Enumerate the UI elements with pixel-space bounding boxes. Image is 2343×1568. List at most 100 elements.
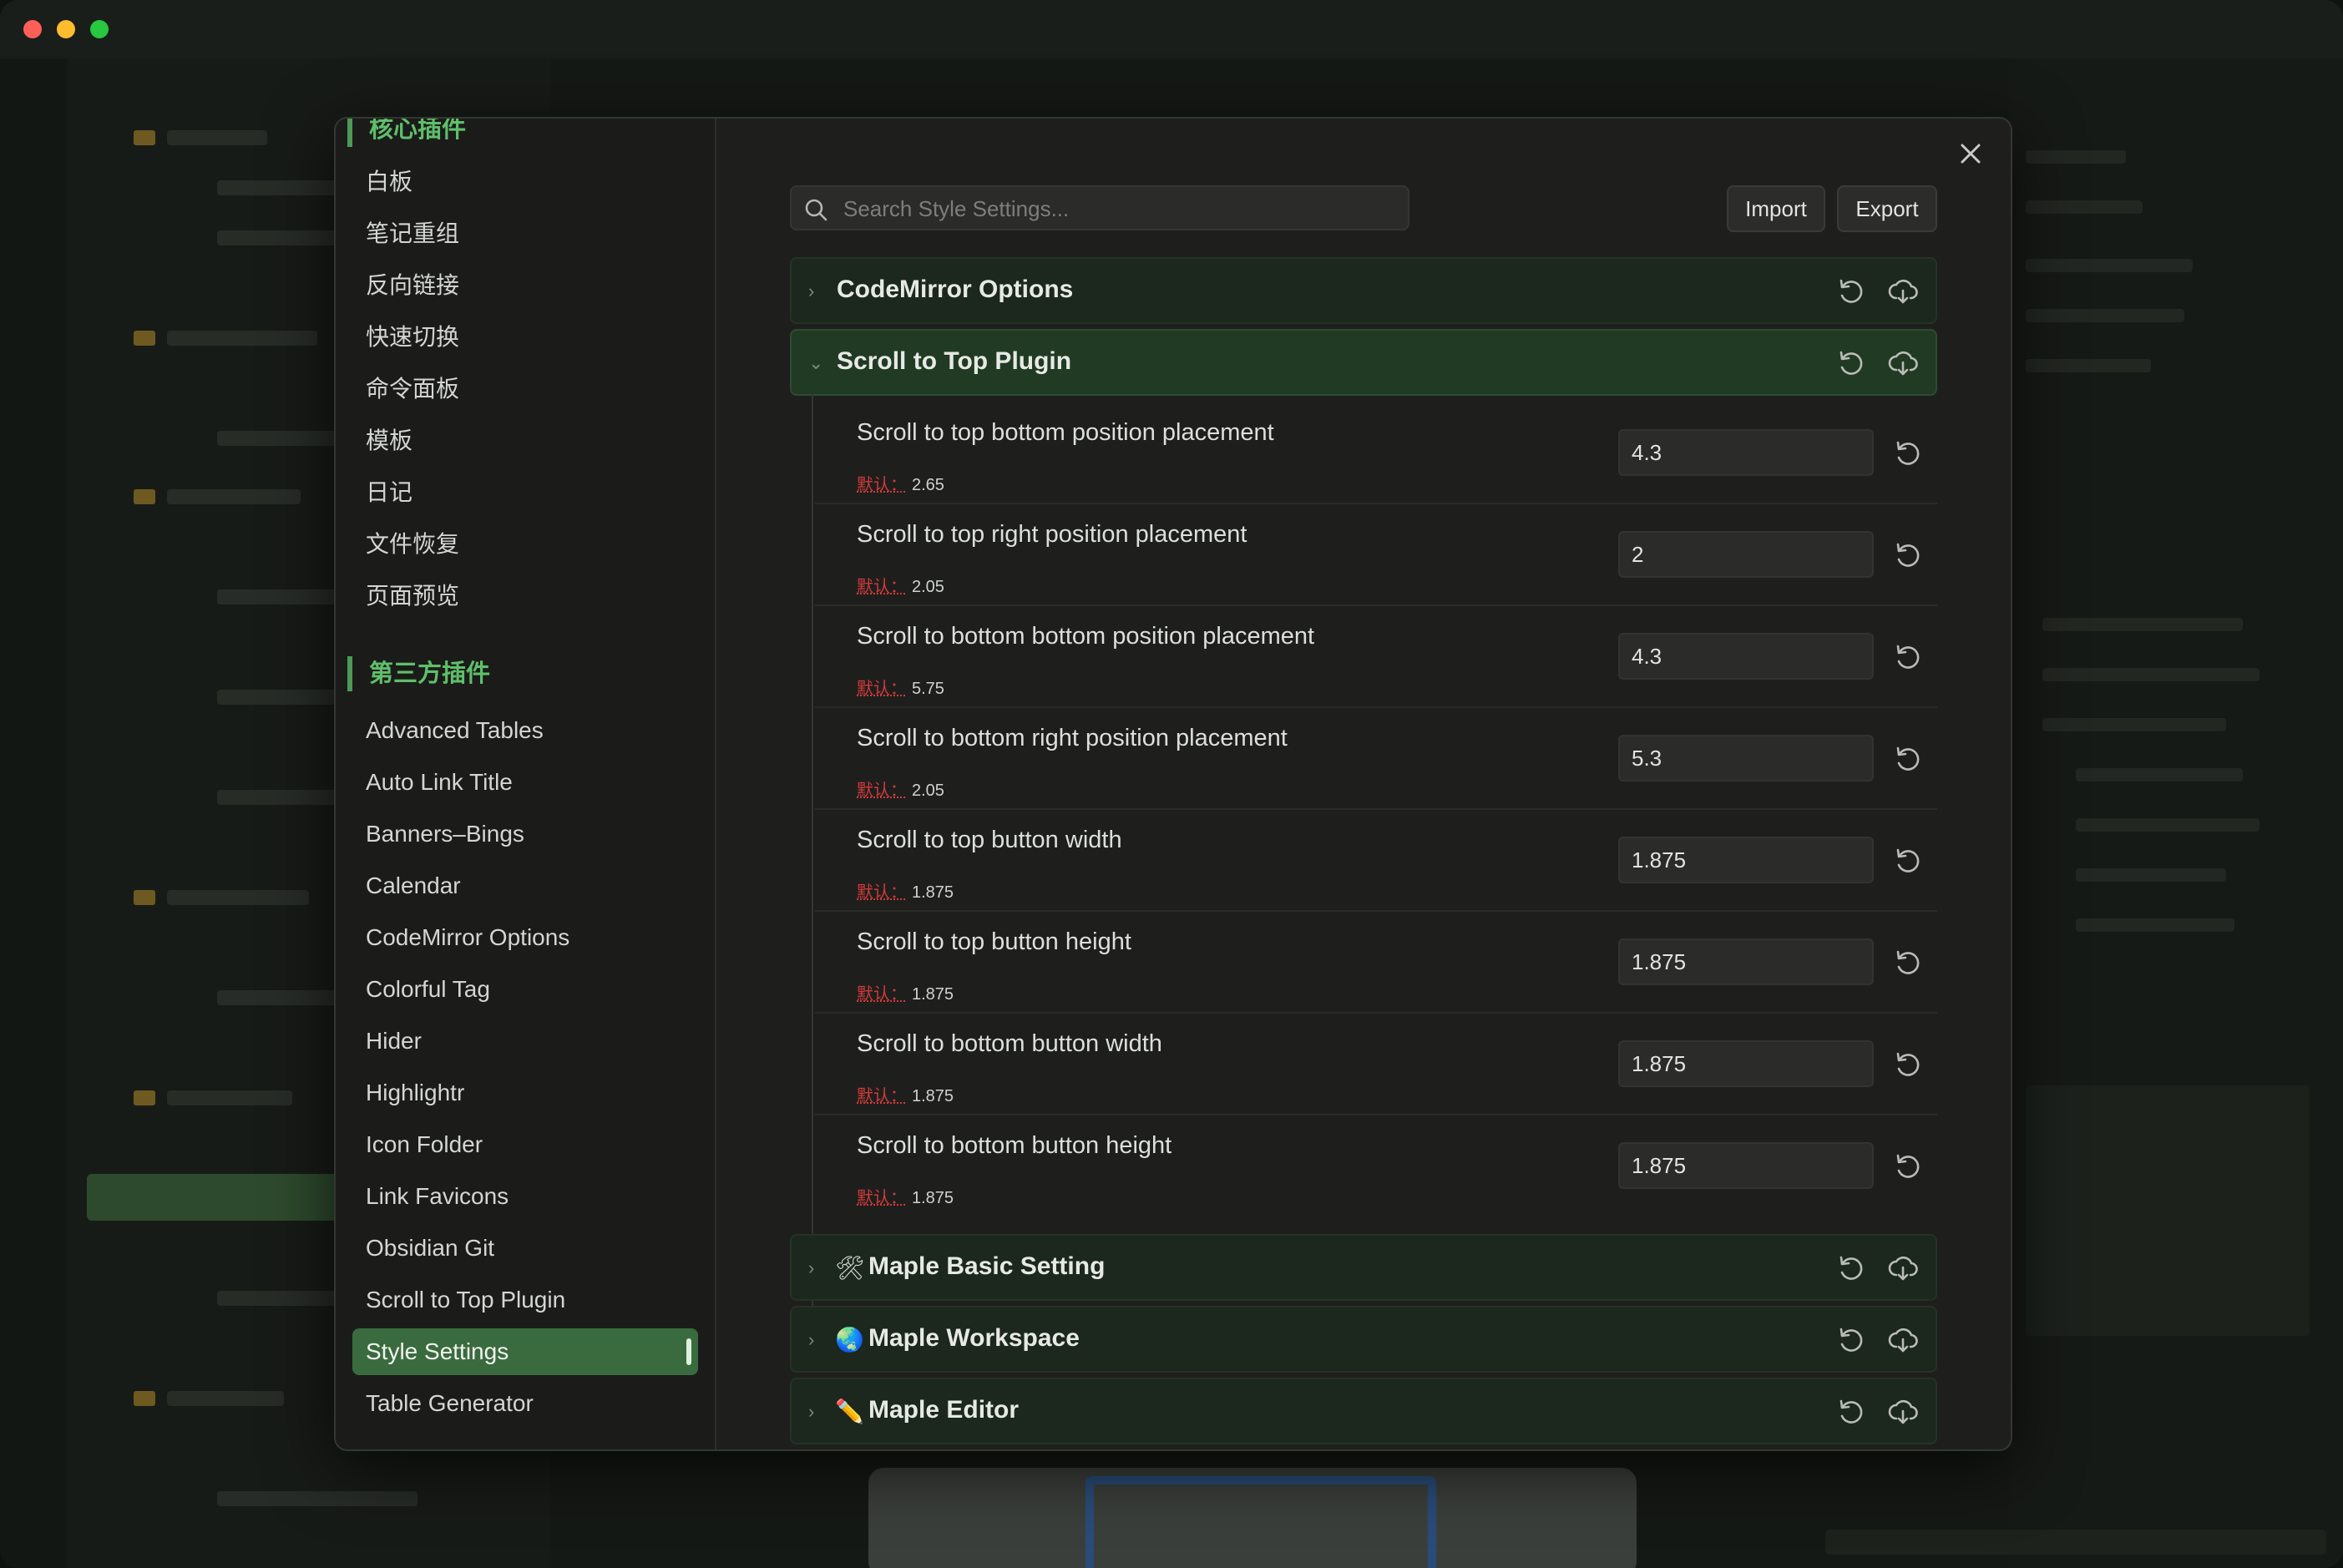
- setting-name: Scroll to top bottom position placement: [857, 419, 1274, 446]
- globe-icon: 🌏: [835, 1327, 864, 1353]
- group-title: CodeMirror Options: [837, 276, 1074, 303]
- sidebar-item-auto-link-title[interactable]: Auto Link Title: [352, 759, 698, 806]
- group-title: Scroll to Top Plugin: [837, 347, 1072, 375]
- reset-icon[interactable]: [1892, 1151, 1924, 1182]
- setting-name: Scroll to bottom right position placemen…: [857, 725, 1288, 751]
- document-image-frame: [1085, 1476, 1436, 1568]
- setting-value-input[interactable]: [1618, 837, 1874, 883]
- sidebar-item-templates[interactable]: 模板: [352, 417, 698, 464]
- right-panel: [2009, 58, 2343, 1568]
- sidebar-item-scroll-to-top[interactable]: Scroll to Top Plugin: [352, 1277, 698, 1323]
- setting-value-input[interactable]: [1618, 429, 1874, 476]
- pencil-icon: ✏️: [835, 1399, 864, 1424]
- setting-row: Scroll to top button width 默认： 1.875: [815, 810, 1937, 912]
- setting-row: Scroll to bottom button height 默认： 1.875: [815, 1115, 1937, 1217]
- export-button[interactable]: Export: [1837, 185, 1937, 232]
- reset-icon[interactable]: [1892, 438, 1924, 469]
- group-codemirror-options[interactable]: › CodeMirror Options: [790, 257, 1937, 324]
- sidebar-item-page-preview[interactable]: 页面预览: [352, 573, 698, 620]
- download-cloud-icon[interactable]: [1887, 1324, 1919, 1356]
- setting-value-input[interactable]: [1618, 735, 1874, 781]
- reset-icon[interactable]: [1892, 845, 1924, 877]
- sidebar-item-style-settings[interactable]: Style Settings: [352, 1328, 698, 1375]
- setting-value-input[interactable]: [1618, 1040, 1874, 1087]
- reset-icon[interactable]: [1835, 1396, 1867, 1428]
- sidebar-item-colorful-tag[interactable]: Colorful Tag: [352, 966, 698, 1013]
- group-scroll-to-top[interactable]: ⌄ Scroll to Top Plugin: [790, 329, 1937, 396]
- sidebar-item-quick-switcher[interactable]: 快速切换: [352, 314, 698, 361]
- settings-modal: 核心插件 白板 笔记重组 反向链接 快速切换 命令面板 模板 日记 文件恢复 页…: [334, 117, 2012, 1451]
- setting-default: 默认： 2.65: [857, 476, 944, 494]
- sidebar-item-table-generator[interactable]: Table Generator: [352, 1380, 698, 1427]
- sidebar-item-advanced-tables[interactable]: Advanced Tables: [352, 707, 698, 754]
- sidebar-item-hider[interactable]: Hider: [352, 1018, 698, 1065]
- setting-name: Scroll to top right position placement: [857, 521, 1247, 548]
- sidebar-item-daily-notes[interactable]: 日记: [352, 469, 698, 516]
- core-plugins-heading: 核心插件: [347, 119, 466, 147]
- minimize-window-button[interactable]: [57, 20, 75, 38]
- reset-icon[interactable]: [1892, 539, 1924, 571]
- reset-icon[interactable]: [1892, 743, 1924, 775]
- setting-default: 默认： 2.05: [857, 578, 944, 596]
- sidebar-item-calendar[interactable]: Calendar: [352, 862, 698, 909]
- chevron-right-icon: ›: [808, 1329, 815, 1350]
- download-cloud-icon[interactable]: [1887, 1252, 1919, 1284]
- setting-default: 默认： 2.05: [857, 781, 944, 800]
- reset-icon[interactable]: [1835, 1324, 1867, 1356]
- setting-default: 默认： 1.875: [857, 985, 954, 1004]
- sidebar-item-whiteboard[interactable]: 白板: [352, 159, 698, 205]
- sidebar-item-command-palette[interactable]: 命令面板: [352, 366, 698, 412]
- download-cloud-icon[interactable]: [1887, 276, 1919, 307]
- setting-row: Scroll to top button height 默认： 1.875: [815, 912, 1937, 1014]
- setting-default: 默认： 5.75: [857, 680, 944, 698]
- reset-icon[interactable]: [1892, 947, 1924, 979]
- setting-row: Scroll to bottom button width 默认： 1.875: [815, 1014, 1937, 1115]
- reset-icon[interactable]: [1835, 1252, 1867, 1284]
- group-maple-basic-setting[interactable]: › 🛠 Maple Basic Setting: [790, 1234, 1937, 1301]
- setting-row: Scroll to bottom right position placemen…: [815, 708, 1937, 810]
- reset-icon[interactable]: [1892, 1049, 1924, 1080]
- search-input[interactable]: [842, 187, 1396, 230]
- sidebar-item-backlinks[interactable]: 反向链接: [352, 262, 698, 309]
- group-title: Maple Basic Setting: [868, 1252, 1106, 1280]
- setting-value-input[interactable]: [1618, 531, 1874, 578]
- reset-icon[interactable]: [1835, 347, 1867, 379]
- setting-value-input[interactable]: [1618, 1142, 1874, 1189]
- settings-sidebar: 核心插件 白板 笔记重组 反向链接 快速切换 命令面板 模板 日记 文件恢复 页…: [336, 119, 716, 1449]
- status-bar: [1825, 1530, 2326, 1555]
- sidebar-item-banners-bings[interactable]: Banners–Bings: [352, 811, 698, 857]
- group-title: Maple Workspace: [868, 1324, 1080, 1352]
- sidebar-item-obsidian-git[interactable]: Obsidian Git: [352, 1225, 698, 1272]
- download-cloud-icon[interactable]: [1887, 1396, 1919, 1428]
- close-window-button[interactable]: [23, 20, 42, 38]
- sidebar-item-note-composer[interactable]: 笔记重组: [352, 210, 698, 257]
- sidebar-item-file-recovery[interactable]: 文件恢复: [352, 521, 698, 568]
- setting-default: 默认： 1.875: [857, 1189, 954, 1207]
- setting-name: Scroll to bottom button height: [857, 1132, 1172, 1159]
- setting-value-input[interactable]: [1618, 633, 1874, 680]
- sidebar-item-link-favicons[interactable]: Link Favicons: [352, 1173, 698, 1220]
- search-field[interactable]: [790, 185, 1409, 230]
- sidebar-item-icon-folder[interactable]: Icon Folder: [352, 1121, 698, 1168]
- download-cloud-icon[interactable]: [1887, 347, 1919, 379]
- chevron-down-icon: ⌄: [808, 352, 824, 373]
- setting-value-input[interactable]: [1618, 938, 1874, 985]
- tools-icon: 🛠: [835, 1255, 865, 1281]
- group-maple-workspace[interactable]: › 🌏 Maple Workspace: [790, 1306, 1937, 1373]
- sidebar-item-codemirror-options[interactable]: CodeMirror Options: [352, 914, 698, 961]
- import-button[interactable]: Import: [1727, 185, 1825, 232]
- setting-row: Scroll to bottom bottom position placeme…: [815, 606, 1937, 708]
- reset-icon[interactable]: [1835, 276, 1867, 307]
- zoom-window-button[interactable]: [90, 20, 109, 38]
- chevron-right-icon: ›: [808, 1401, 815, 1422]
- sidebar-item-highlightr[interactable]: Highlightr: [352, 1070, 698, 1116]
- setting-name: Scroll to bottom bottom position placeme…: [857, 623, 1315, 650]
- reset-icon[interactable]: [1892, 641, 1924, 673]
- settings-tree-line: [812, 394, 813, 1329]
- group-title: Maple Editor: [868, 1396, 1020, 1424]
- ribbon: [0, 58, 67, 1568]
- search-icon: [805, 199, 827, 221]
- close-icon[interactable]: [1954, 137, 1987, 170]
- group-maple-editor[interactable]: › ✏️ Maple Editor: [790, 1378, 1937, 1444]
- window-titlebar: [0, 0, 2343, 58]
